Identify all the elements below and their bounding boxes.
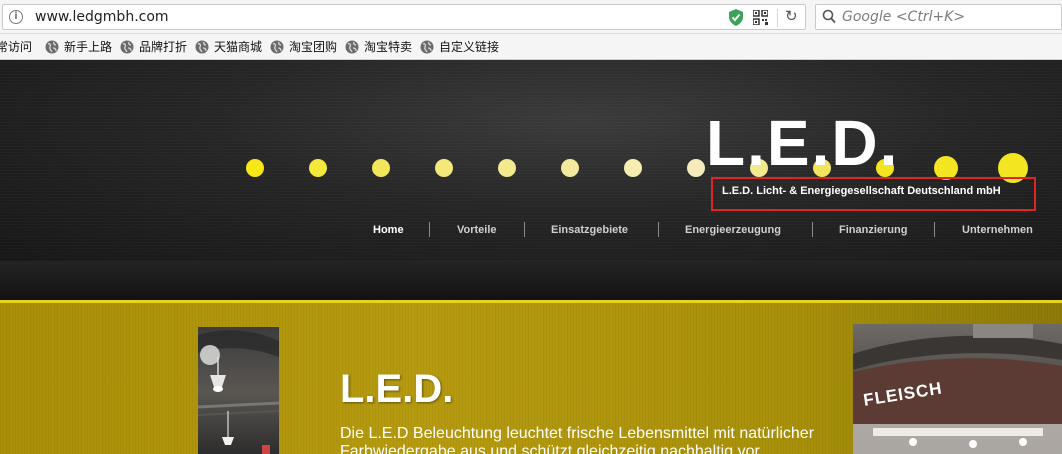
url-text[interactable]: www.ledgmbh.com	[35, 9, 169, 25]
nav-divider	[524, 222, 525, 237]
search-placeholder: Google <Ctrl+K>	[842, 9, 966, 25]
shield-check-icon[interactable]	[729, 9, 743, 26]
header-shadow-band	[0, 261, 1062, 300]
bookmark-item[interactable]: 品牌打折	[120, 34, 187, 59]
info-icon[interactable]: i	[9, 10, 23, 24]
qr-code-icon[interactable]	[753, 10, 768, 25]
globe-icon	[45, 40, 59, 53]
nav-item-einsatzgebiete[interactable]: Einsatzgebiete	[551, 224, 628, 236]
bookmark-label: 常访问	[0, 40, 33, 54]
nav-divider	[812, 222, 813, 237]
store-lamp-photo	[198, 327, 279, 454]
site-logo[interactable]: L.E.D.	[706, 111, 899, 175]
nav-item-unternehmen[interactable]: Unternehmen	[962, 224, 1033, 236]
site-header: L.E.D. L.E.D. Licht- & Energiegesellscha…	[0, 60, 1062, 261]
company-tagline: L.E.D. Licht- & Energiegesellschaft Deut…	[722, 185, 1001, 197]
bookmark-item[interactable]: 天猫商城	[195, 34, 262, 59]
bookmark-item[interactable]: 自定义链接	[420, 34, 499, 59]
url-divider	[777, 9, 778, 27]
nav-item-finanzierung[interactable]: Finanzierung	[839, 224, 907, 236]
nav-divider	[429, 222, 430, 237]
bookmark-label: 天猫商城	[214, 40, 263, 54]
globe-icon	[270, 40, 284, 53]
nav-item-home[interactable]: Home	[373, 224, 404, 236]
nav-divider	[934, 222, 935, 237]
led-dot	[624, 159, 642, 177]
globe-icon	[420, 40, 434, 53]
led-dot	[435, 159, 453, 177]
led-dot	[246, 159, 264, 177]
hero-text: Die L.E.D Beleuchtung leuchtet frische L…	[340, 425, 815, 454]
led-dot	[561, 159, 579, 177]
bookmark-label: 品牌打折	[139, 40, 188, 54]
bookmark-item[interactable]: 淘宝特卖	[345, 34, 412, 59]
bookmark-item[interactable]: 新手上路	[45, 34, 112, 59]
search-box[interactable]: Google <Ctrl+K>	[815, 4, 1062, 30]
address-bar[interactable]: i www.ledgmbh.com ↻	[2, 4, 806, 30]
led-dot	[687, 159, 705, 177]
led-dot	[498, 159, 516, 177]
nav-item-energieerzeugung[interactable]: Energieerzeugung	[685, 224, 781, 236]
globe-icon	[345, 40, 359, 53]
bookmark-label: 新手上路	[64, 40, 113, 54]
bookmark-label: 淘宝团购	[289, 40, 338, 54]
bookmark-label: 自定义链接	[439, 40, 500, 54]
bookmark-label: 淘宝特卖	[364, 40, 413, 54]
bookmarks-bar: 常访问 新手上路 品牌打折 天猫商城 淘宝团购 淘宝特卖 自定义链接	[0, 34, 1062, 60]
bookmark-item[interactable]: 常访问	[0, 34, 32, 59]
reload-icon[interactable]: ↻	[785, 7, 798, 25]
led-dot	[372, 159, 390, 177]
led-dot	[309, 159, 327, 177]
tagline-highlight-box: L.E.D. Licht- & Energiegesellschaft Deut…	[711, 177, 1036, 211]
globe-icon	[195, 40, 209, 53]
bookmark-item[interactable]: 淘宝团购	[270, 34, 337, 59]
globe-icon	[120, 40, 134, 53]
search-icon	[822, 9, 836, 24]
hero-section: FLEISCH L.E.D. Die L.E.D Beleuchtung leu…	[0, 303, 1062, 454]
browser-toolbar: i www.ledgmbh.com ↻ Google <Ctrl+K>	[0, 0, 1062, 34]
nav-divider	[658, 222, 659, 237]
nav-item-vorteile[interactable]: Vorteile	[457, 224, 497, 236]
hero-title: L.E.D.	[340, 367, 454, 411]
